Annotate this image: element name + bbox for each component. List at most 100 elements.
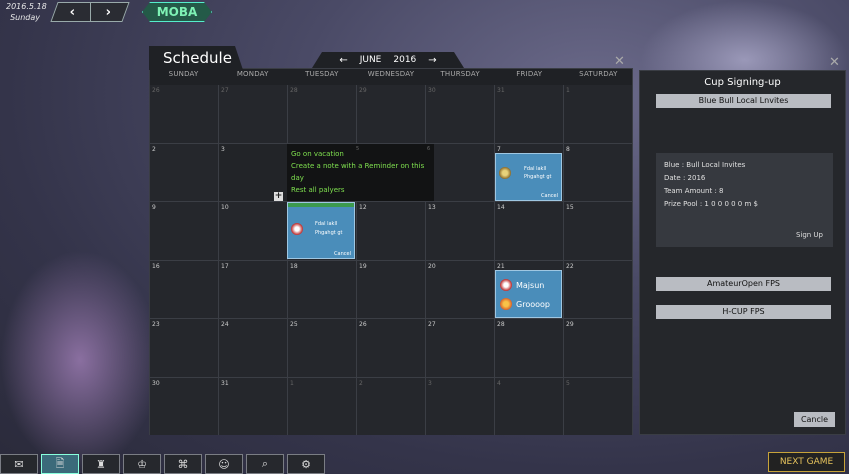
chevron-right-icon[interactable]: › (91, 3, 126, 21)
calendar-day[interactable]: 28 (495, 319, 563, 377)
day-number: 3 (221, 145, 225, 153)
calendar-day[interactable]: 15 (564, 202, 632, 260)
calendar-day[interactable]: 31 (495, 85, 563, 143)
cup-date: Date : 2016 (664, 174, 706, 182)
day-number: 6 (427, 146, 431, 152)
search-icon[interactable]: ⌕ (246, 454, 284, 474)
day-number: 8 (566, 145, 570, 153)
event-card[interactable]: Fdal lakll Phgahgt gt Cancel (495, 153, 562, 201)
day-number: 7 (497, 145, 501, 153)
calendar-day[interactable]: 2 (357, 377, 425, 435)
calendar-day[interactable]: 13 (426, 202, 494, 260)
calendar-day[interactable]: 27 (426, 319, 494, 377)
people-icon[interactable]: ☺ (205, 454, 243, 474)
notes-icon[interactable]: 🗎 (41, 454, 79, 474)
cancel-button[interactable]: Cancle (794, 412, 835, 427)
event-line: Fdal lakll (524, 166, 547, 172)
cup-prize: Prize Pool : 1 0 0 0 0 0 m $ (664, 200, 758, 208)
calendar-day[interactable]: 12 (357, 202, 425, 260)
calendar-day[interactable]: 19 (357, 260, 425, 318)
month-label: JUNE (359, 55, 382, 65)
day-number: 13 (428, 204, 436, 211)
close-icon[interactable]: ✕ (829, 55, 840, 70)
chevron-left-icon[interactable]: ‹ (55, 3, 90, 21)
calendar-day[interactable]: 3 (426, 377, 494, 435)
day-number: 21 (497, 262, 505, 270)
day-number: 22 (566, 262, 574, 270)
calendar-day[interactable]: 29 (357, 85, 425, 143)
next-game-button[interactable]: NEXT GAME (768, 452, 845, 472)
day-number: 30 (152, 379, 160, 387)
weekday-text: Sunday (10, 13, 40, 22)
cup-details: Blue : Bull Local Invites Date : 2016 Te… (656, 153, 833, 247)
month-selector: ← JUNE 2016 → (312, 52, 464, 68)
day-number: 9 (152, 204, 156, 211)
gamepad-icon[interactable]: ⌘ (164, 454, 202, 474)
calendar-day[interactable] (426, 143, 494, 201)
team-icon[interactable]: ♜ (82, 454, 120, 474)
calendar-day[interactable]: 18 (288, 260, 356, 318)
calendar-day[interactable]: 30 (426, 85, 494, 143)
day-number: 26 (152, 87, 160, 94)
calendar-day[interactable]: 28 (288, 85, 356, 143)
calendar-day[interactable]: 8 (564, 143, 632, 201)
team-logo-icon (500, 279, 512, 291)
date-nav: ‹ › (50, 2, 130, 22)
calendar-day[interactable]: 24 (219, 319, 287, 377)
calendar-day[interactable]: 1 (288, 377, 356, 435)
cancel-link[interactable]: Cancel (334, 251, 351, 257)
calendar-day[interactable]: 31 (219, 377, 287, 435)
calendar-day[interactable]: 17 (219, 260, 287, 318)
calendar-day[interactable]: 5 (564, 377, 632, 435)
sign-up-button[interactable]: Sign Up (796, 231, 823, 239)
note-line: Go on vacation (291, 150, 344, 158)
cup-item[interactable]: Blue Bull Local Lnvites (656, 94, 831, 108)
calendar-day[interactable]: 16 (150, 260, 218, 318)
calendar-day[interactable]: 22 (564, 260, 632, 318)
calendar-day[interactable]: 27 (219, 85, 287, 143)
cup-item[interactable]: H-CUP FPS (656, 305, 831, 319)
panel-title: Cup Signing-up (704, 77, 781, 88)
match-card[interactable]: Majsun Groooop (495, 270, 562, 318)
mode-button[interactable]: MOBA (142, 2, 212, 22)
event-line: Fdal lakll (315, 221, 338, 227)
calendar-day[interactable]: 2 (150, 143, 218, 201)
gear-icon[interactable]: ⚙ (287, 454, 325, 474)
calendar-day[interactable]: 14 (495, 202, 563, 260)
team-logo-icon (291, 223, 303, 235)
calendar-day[interactable]: 26 (150, 85, 218, 143)
close-icon[interactable]: ✕ (614, 54, 625, 69)
day-number: 29 (359, 87, 367, 94)
day-number: 5 (356, 146, 360, 152)
calendar-day[interactable]: 23 (150, 319, 218, 377)
day-number: 14 (497, 204, 505, 211)
calendar-day[interactable]: 30 (150, 377, 218, 435)
calendar-day[interactable]: 25 (288, 319, 356, 377)
calendar-grid: 26 27 28 29 30 31 1 2 3 7 8 9 10 12 13 1… (150, 85, 632, 435)
weekday-header: SUNDAY MONDAY TUESDAY WEDNESDAY THURSDAY… (149, 70, 633, 78)
calendar-day[interactable]: 10 (219, 202, 287, 260)
calendar-day[interactable]: 9 (150, 202, 218, 260)
calendar-day[interactable]: 1 (564, 85, 632, 143)
day-number: 17 (221, 262, 229, 270)
event-card[interactable]: Fdal lakll Phgahgt gt Cancel (287, 202, 355, 259)
cup-item[interactable]: AmateurOpen FPS (656, 277, 831, 291)
weekday-label: SATURDAY (579, 70, 618, 78)
day-number: 24 (221, 321, 229, 328)
calendar-note[interactable]: 5 6 Go on vacation Create a note with a … (287, 144, 434, 201)
cancel-link[interactable]: Cancel (541, 193, 558, 199)
mail-icon[interactable]: ✉ (0, 454, 38, 474)
cup-signup-panel: Cup Signing-up Blue Bull Local Lnvites B… (639, 70, 846, 435)
arrow-left-icon[interactable]: ← (339, 55, 347, 66)
arrow-right-icon[interactable]: → (428, 55, 436, 66)
calendar-day[interactable]: 4 (495, 377, 563, 435)
cup-name: Blue : Bull Local Invites (664, 161, 746, 169)
cup-team-amount: Team Amount : 8 (664, 187, 724, 195)
calendar-day[interactable]: 26 (357, 319, 425, 377)
trophy-icon[interactable]: ♔ (123, 454, 161, 474)
calendar-day[interactable]: 20 (426, 260, 494, 318)
day-number: 31 (497, 87, 505, 94)
team-name: Groooop (516, 299, 550, 309)
calendar-day[interactable]: 29 (564, 319, 632, 377)
add-note-icon[interactable]: + (274, 192, 283, 201)
